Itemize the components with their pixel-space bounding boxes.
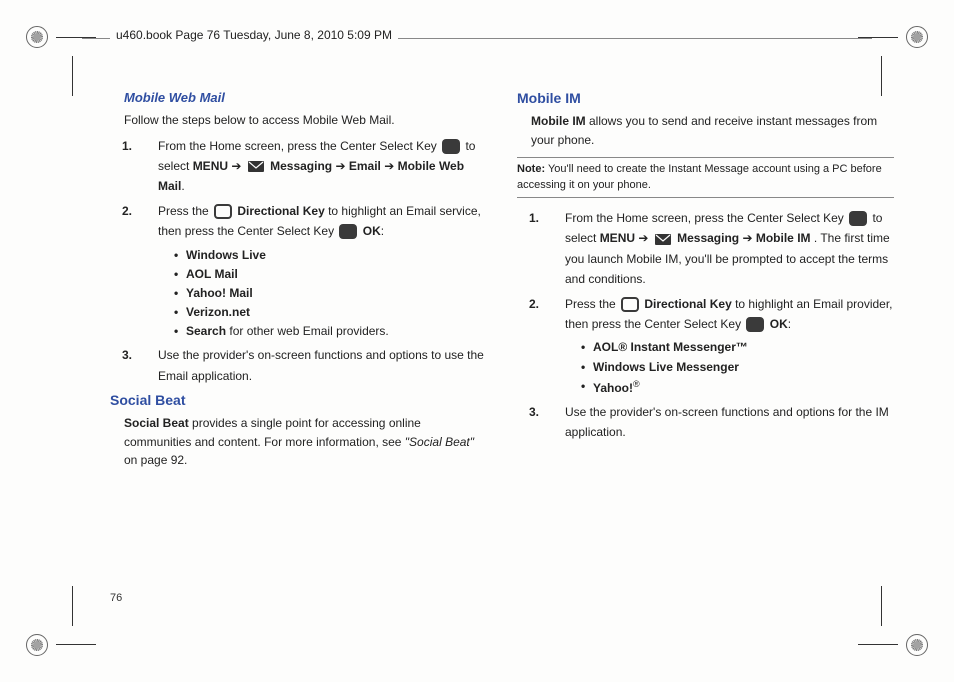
steps-list: 1. From the Home screen, press the Cente… — [138, 136, 487, 387]
heading-mobile-web-mail: Mobile Web Mail — [124, 90, 487, 105]
step-text: From the Home screen, press the Center S… — [565, 211, 847, 225]
crop-ornament-tr — [906, 26, 928, 48]
messaging-label: Messaging — [270, 159, 335, 173]
dirkey-label: Directional Key — [644, 297, 731, 311]
page-number: 76 — [110, 592, 122, 604]
arrow: ➔ — [742, 231, 755, 245]
provider-list: Windows Live AOL Mail Yahoo! Mail Verizo… — [174, 246, 487, 342]
list-item: Windows Live — [174, 246, 487, 265]
step-2: 2. Press the Directional Key to highligh… — [545, 294, 894, 398]
step-3: 3. Use the provider's on-screen function… — [138, 345, 487, 386]
list-item: Yahoo!® — [581, 377, 894, 398]
mobile-im-label: Mobile IM — [756, 231, 811, 245]
ok-label: OK — [770, 317, 788, 331]
crop-mark — [72, 586, 73, 626]
center-select-key-icon — [339, 224, 357, 239]
intro-text: Follow the steps below to access Mobile … — [124, 111, 487, 130]
step-text: Use the provider's on-screen functions a… — [565, 405, 889, 439]
messaging-label: Messaging — [677, 231, 742, 245]
step-1: 1. From the Home screen, press the Cente… — [138, 136, 487, 197]
steps-list: 1. From the Home screen, press the Cente… — [545, 208, 894, 443]
menu-label: MENU — [193, 159, 228, 173]
email-label: Email — [349, 159, 381, 173]
list-item: AOL® Instant Messenger™ — [581, 338, 894, 357]
step-number: 2. — [122, 201, 132, 221]
crop-ornament-tl — [26, 26, 48, 48]
messaging-icon — [247, 159, 265, 174]
step-text: From the Home screen, press the Center S… — [158, 139, 440, 153]
ok-label: OK — [363, 224, 381, 238]
step-number: 3. — [529, 402, 539, 422]
messaging-icon — [654, 232, 672, 247]
list-item: Windows Live Messenger — [581, 358, 894, 377]
step-1: 1. From the Home screen, press the Cente… — [545, 208, 894, 290]
center-select-key-icon — [746, 317, 764, 332]
arrow: ➔ — [384, 159, 397, 173]
step-text: Press the — [565, 297, 619, 311]
step-number: 1. — [529, 208, 539, 228]
center-select-key-icon — [442, 139, 460, 154]
note-block: Note: You'll need to create the Instant … — [517, 157, 894, 198]
center-select-key-icon — [849, 211, 867, 226]
step-text: Press the — [158, 204, 212, 218]
provider-list: AOL® Instant Messenger™ Windows Live Mes… — [581, 338, 894, 398]
right-column: Mobile IM Mobile IM allows you to send a… — [517, 90, 894, 612]
arrow: ➔ — [231, 159, 244, 173]
directional-key-icon — [621, 297, 639, 312]
note-label: Note: — [517, 163, 545, 175]
menu-label: MENU — [600, 231, 635, 245]
step-number: 2. — [529, 294, 539, 314]
intro-text: Mobile IM allows you to send and receive… — [531, 112, 894, 149]
crop-ornament-bl — [26, 634, 48, 656]
list-item: Yahoo! Mail — [174, 284, 487, 303]
left-column: Mobile Web Mail Follow the steps below t… — [110, 90, 487, 612]
crop-mark — [72, 56, 73, 96]
step-number: 3. — [122, 345, 132, 365]
arrow: ➔ — [638, 231, 651, 245]
crop-mark — [56, 644, 96, 645]
social-beat-text: Social Beat provides a single point for … — [124, 414, 487, 470]
dirkey-label: Directional Key — [237, 204, 324, 218]
heading-social-beat: Social Beat — [110, 392, 487, 408]
step-text: Use the provider's on-screen functions a… — [158, 348, 484, 382]
step-number: 1. — [122, 136, 132, 156]
crop-mark — [858, 644, 898, 645]
list-item: AOL Mail — [174, 265, 487, 284]
heading-mobile-im: Mobile IM — [517, 90, 894, 106]
list-item: Verizon.net — [174, 303, 487, 322]
step-2: 2. Press the Directional Key to highligh… — [138, 201, 487, 342]
list-item: Search for other web Email providers. — [174, 322, 487, 341]
page-content: Mobile Web Mail Follow the steps below t… — [110, 90, 894, 612]
arrow: ➔ — [335, 159, 348, 173]
note-text: You'll need to create the Instant Messag… — [517, 163, 882, 190]
directional-key-icon — [214, 204, 232, 219]
running-head: u460.book Page 76 Tuesday, June 8, 2010 … — [110, 28, 398, 42]
crop-ornament-br — [906, 634, 928, 656]
step-3: 3. Use the provider's on-screen function… — [545, 402, 894, 443]
